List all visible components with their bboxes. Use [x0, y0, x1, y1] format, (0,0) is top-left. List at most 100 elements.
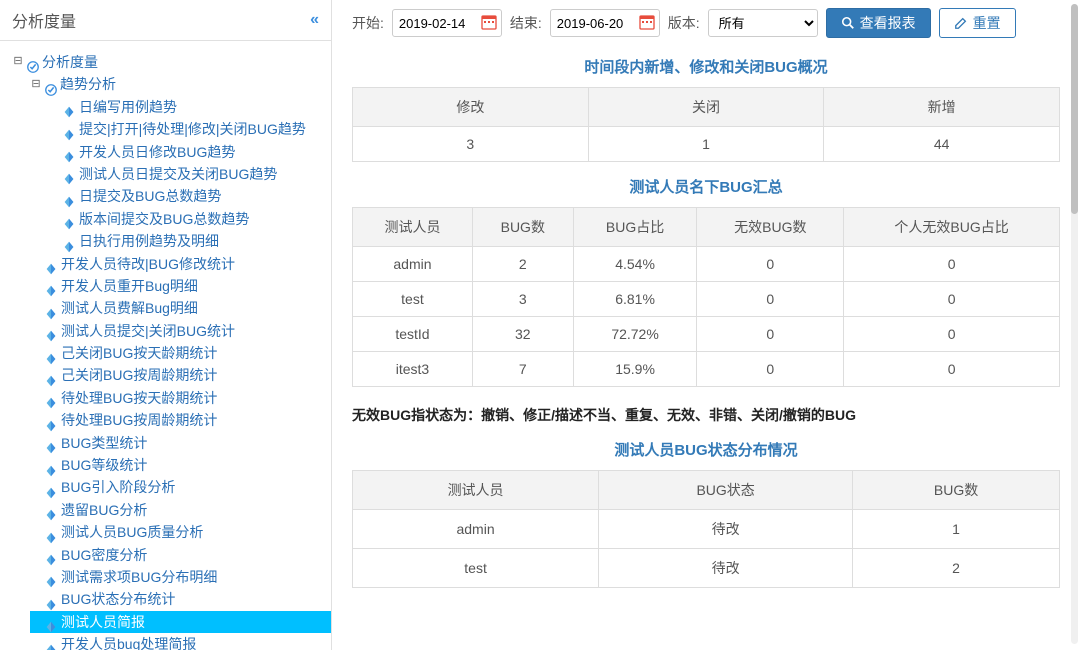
tree-item-label: BUG等级统计 — [61, 454, 147, 476]
tree-item[interactable]: 版本间提交及BUG总数趋势 — [48, 208, 331, 230]
toggle-icon[interactable]: ⊟ — [30, 76, 42, 94]
tree-item[interactable]: 测试需求项BUG分布明细 — [30, 566, 331, 588]
start-date-input[interactable] — [392, 9, 502, 37]
table-cell: 2 — [853, 549, 1060, 588]
sidebar-header: 分析度量 « — [0, 0, 331, 41]
tree-item-label: 开发人员待改|BUG修改统计 — [61, 253, 235, 275]
table-row: test36.81%00 — [353, 282, 1060, 317]
start-label: 开始: — [352, 13, 384, 33]
tree-item[interactable]: 测试人员BUG质量分析 — [30, 521, 331, 543]
table-cell: 72.72% — [573, 317, 697, 352]
tree-item-label: BUG类型统计 — [61, 432, 147, 454]
table-header: 个人无效BUG占比 — [844, 208, 1060, 247]
tree-item[interactable]: 己关闭BUG按天龄期统计 — [30, 342, 331, 364]
end-date-input[interactable] — [550, 9, 660, 37]
diamond-icon — [44, 593, 58, 607]
end-label: 结束: — [510, 13, 542, 33]
collapse-icon[interactable]: « — [310, 11, 319, 29]
tree-item[interactable]: 开发人员待改|BUG修改统计 — [30, 253, 331, 275]
table-cell: 1 — [853, 510, 1060, 549]
diamond-icon — [44, 279, 58, 293]
table-cell: 0 — [844, 352, 1060, 387]
tree-item-label: BUG密度分析 — [61, 544, 147, 566]
diamond-icon — [44, 458, 58, 472]
tree-item[interactable]: BUG引入阶段分析 — [30, 476, 331, 498]
tree-item[interactable]: 提交|打开|待处理|修改|关闭BUG趋势 — [48, 118, 331, 140]
tree-item-label: 开发人员bug处理简报 — [61, 633, 196, 650]
tree-item-label: 日执行用例趋势及明细 — [79, 230, 219, 252]
tree-item-label: 日编写用例趋势 — [79, 96, 177, 118]
table-row: itest3715.9%00 — [353, 352, 1060, 387]
diamond-icon — [44, 369, 58, 383]
scrollbar[interactable] — [1071, 4, 1078, 644]
tree-item-label: 分析度量 — [42, 51, 98, 73]
table-cell: 3 — [472, 282, 573, 317]
tree-item[interactable]: ⊟ 分析度量 — [12, 51, 331, 73]
table-cell: testId — [353, 317, 473, 352]
tree-item[interactable]: BUG状态分布统计 — [30, 588, 331, 610]
reset-button[interactable]: 重置 — [939, 8, 1016, 38]
tree-item-label: 测试人员BUG质量分析 — [61, 521, 203, 543]
table-cell: test — [353, 549, 599, 588]
tree-item-label: 提交|打开|待处理|修改|关闭BUG趋势 — [79, 118, 306, 140]
tree-item-label: 待处理BUG按天龄期统计 — [61, 387, 217, 409]
tree-item[interactable]: BUG类型统计 — [30, 432, 331, 454]
tree-item[interactable]: ⊟趋势分析 — [30, 73, 331, 95]
diamond-icon — [44, 548, 58, 562]
tester-summary-table: 测试人员BUG数BUG占比无效BUG数个人无效BUG占比 admin24.54%… — [352, 207, 1060, 387]
diamond-icon — [62, 122, 76, 136]
tree-item-label: BUG状态分布统计 — [61, 588, 175, 610]
tree-item[interactable]: 开发人员日修改BUG趋势 — [48, 141, 331, 163]
tree-item[interactable]: 日执行用例趋势及明细 — [48, 230, 331, 252]
diamond-icon — [44, 257, 58, 271]
table-cell: 3 — [353, 127, 589, 162]
tree-item-label: 测试人员简报 — [61, 611, 145, 633]
table-row: testId3272.72%00 — [353, 317, 1060, 352]
section1-title: 时间段内新增、修改和关闭BUG概况 — [352, 56, 1060, 77]
toggle-icon[interactable]: ⊟ — [12, 53, 24, 71]
scrollbar-thumb[interactable] — [1071, 4, 1078, 214]
table-cell: 待改 — [599, 510, 853, 549]
tree-item[interactable]: 待处理BUG按周龄期统计 — [30, 409, 331, 431]
diamond-icon — [44, 301, 58, 315]
diamond-icon — [44, 615, 58, 629]
tree-item-label: 开发人员日修改BUG趋势 — [79, 141, 235, 163]
check-icon — [26, 55, 40, 69]
tree-item[interactable]: 开发人员重开Bug明细 — [30, 275, 331, 297]
table-header: 修改 — [353, 88, 589, 127]
table-header: 测试人员 — [353, 471, 599, 510]
diamond-icon — [44, 346, 58, 360]
tree-item[interactable]: 测试人员提交|关闭BUG统计 — [30, 320, 331, 342]
tree-item[interactable]: 测试人员简报 — [30, 611, 331, 633]
table-cell: 0 — [697, 247, 844, 282]
diamond-icon — [62, 190, 76, 204]
tree-item[interactable]: BUG密度分析 — [30, 544, 331, 566]
tree-item[interactable]: 待处理BUG按天龄期统计 — [30, 387, 331, 409]
table-cell: 2 — [472, 247, 573, 282]
diamond-icon — [62, 100, 76, 114]
view-report-button[interactable]: 查看报表 — [826, 8, 931, 38]
diamond-icon — [44, 413, 58, 427]
table-cell: test — [353, 282, 473, 317]
search-icon — [841, 16, 855, 30]
diamond-icon — [44, 570, 58, 584]
sidebar-title: 分析度量 — [12, 8, 76, 32]
tree-item[interactable]: 测试人员日提交及关闭BUG趋势 — [48, 163, 331, 185]
summary-table: 修改关闭新增 3144 — [352, 87, 1060, 162]
tree-item-label: 测试需求项BUG分布明细 — [61, 566, 217, 588]
invalid-bug-note: 无效BUG指状态为：撤销、修正/描述不当、重复、无效、非错、关闭/撤销的BUG — [352, 405, 1060, 425]
table-cell: 44 — [824, 127, 1060, 162]
table-row: admin待改1 — [353, 510, 1060, 549]
version-select[interactable]: 所有 — [708, 9, 818, 37]
sidebar: 分析度量 « ⊟分析度量⊟趋势分析日编写用例趋势提交|打开|待处理|修改|关闭B… — [0, 0, 332, 650]
tree-item[interactable]: 测试人员费解Bug明细 — [30, 297, 331, 319]
tree-item[interactable]: 开发人员bug处理简报 — [30, 633, 331, 650]
tree-item[interactable]: 己关闭BUG按周龄期统计 — [30, 364, 331, 386]
tree-item[interactable]: 日提交及BUG总数趋势 — [48, 185, 331, 207]
tree-item[interactable]: 日编写用例趋势 — [48, 96, 331, 118]
tree-item[interactable]: BUG等级统计 — [30, 454, 331, 476]
diamond-icon — [62, 212, 76, 226]
table-cell: 0 — [844, 282, 1060, 317]
tree-item[interactable]: 遗留BUG分析 — [30, 499, 331, 521]
table-cell: itest3 — [353, 352, 473, 387]
